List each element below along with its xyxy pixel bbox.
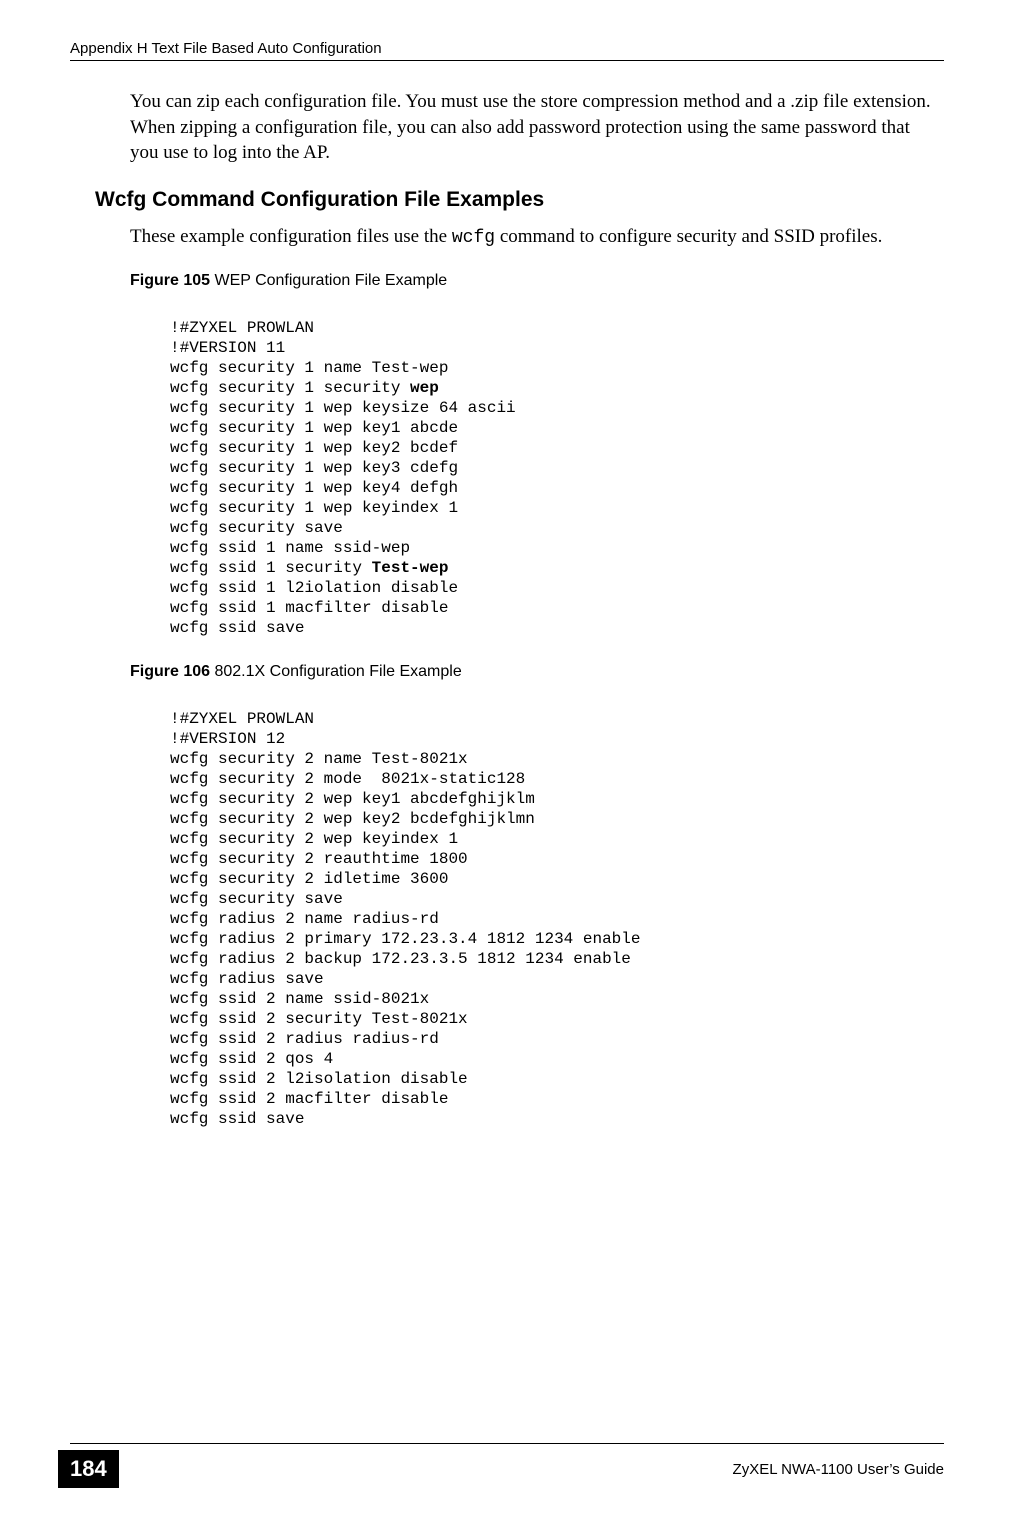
- code-block-106: !#ZYXEL PROWLAN !#VERSION 12 wcfg securi…: [170, 709, 934, 1129]
- code-line: wcfg security 1 name Test-wep: [170, 359, 448, 377]
- code-bold: Test-wep: [372, 559, 449, 577]
- main-content: You can zip each configuration file. You…: [130, 89, 934, 1129]
- code-line: wcfg security 1 wep keyindex 1: [170, 499, 458, 517]
- code-line: !#VERSION 11: [170, 339, 285, 357]
- code-line: wcfg ssid 1 l2iolation disable: [170, 579, 458, 597]
- code-line: wcfg security 1 wep key3 cdefg: [170, 459, 458, 477]
- code-bold: wep: [410, 379, 439, 397]
- para2-code: wcfg: [452, 228, 495, 248]
- code-line: wcfg ssid 1 macfilter disable: [170, 599, 448, 617]
- figure-106-num: Figure 106: [130, 663, 210, 680]
- code-line: wcfg security save: [170, 519, 343, 537]
- section-heading: Wcfg Command Configuration File Examples: [95, 188, 934, 212]
- page-number: 184: [58, 1450, 119, 1488]
- figure-106-label: Figure 106 802.1X Configuration File Exa…: [130, 663, 934, 681]
- footer-line: 184 ZyXEL NWA-1100 User’s Guide: [70, 1443, 944, 1488]
- code-line: wcfg ssid 1 name ssid-wep: [170, 539, 410, 557]
- code-line: wcfg security 1 wep keysize 64 ascii: [170, 399, 516, 417]
- code-line: wcfg security 1 wep key4 defgh: [170, 479, 458, 497]
- page-footer: 184 ZyXEL NWA-1100 User’s Guide: [0, 1443, 1014, 1488]
- para2-pre: These example configuration files use th…: [130, 226, 452, 247]
- code-line: wcfg security 1 wep key2 bcdef: [170, 439, 458, 457]
- code-block-105: !#ZYXEL PROWLAN !#VERSION 11 wcfg securi…: [170, 318, 934, 638]
- code-line: wcfg ssid 1 security: [170, 559, 372, 577]
- figure-105-num: Figure 105: [130, 272, 210, 289]
- figure-105-label: Figure 105 WEP Configuration File Exampl…: [130, 272, 934, 290]
- paragraph-2: These example configuration files use th…: [130, 224, 934, 250]
- code-line: !#ZYXEL PROWLAN: [170, 319, 314, 337]
- figure-105-caption: WEP Configuration File Example: [210, 272, 447, 289]
- code-line: wcfg security 1 wep key1 abcde: [170, 419, 458, 437]
- header-text: Appendix H Text File Based Auto Configur…: [70, 40, 382, 57]
- para2-post: command to configure security and SSID p…: [495, 226, 882, 247]
- page-header: Appendix H Text File Based Auto Configur…: [70, 40, 944, 61]
- figure-106-caption: 802.1X Configuration File Example: [210, 663, 462, 680]
- footer-guide-name: ZyXEL NWA-1100 User’s Guide: [733, 1461, 944, 1478]
- code-line: wcfg security 1 security: [170, 379, 410, 397]
- paragraph-1: You can zip each configuration file. You…: [130, 89, 934, 166]
- code-line: wcfg ssid save: [170, 619, 304, 637]
